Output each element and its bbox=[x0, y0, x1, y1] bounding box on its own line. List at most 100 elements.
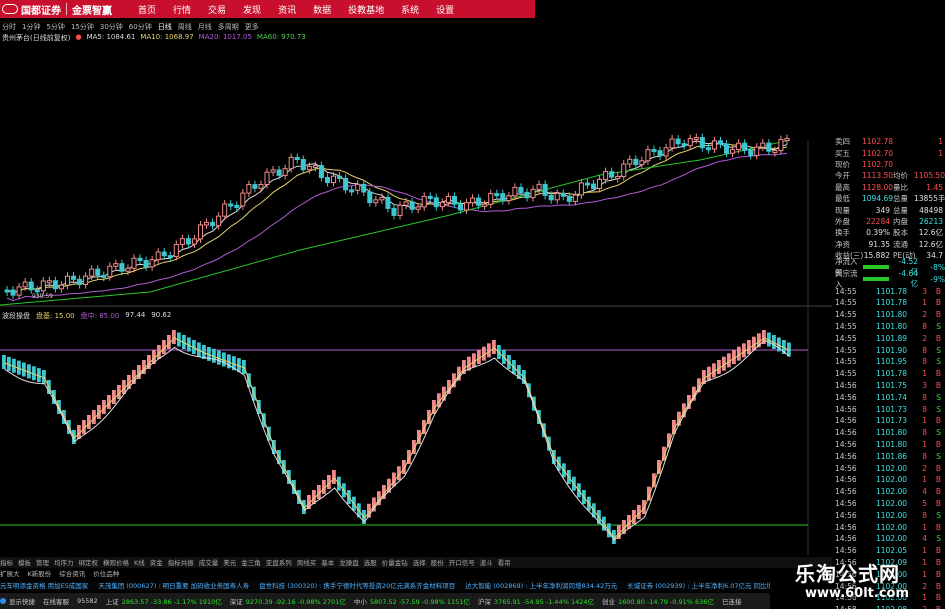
stat-label-2: 股本 bbox=[893, 228, 908, 238]
status-item[interactable]: 中小 5807.52 -57.59 -0.98% 1151亿 bbox=[354, 596, 470, 606]
news-item[interactable]: 天茂集团 (000627) : 明日重要 加码收业务国寿人寿 bbox=[98, 580, 249, 591]
indicator-tab[interactable]: 波斗 bbox=[480, 557, 493, 568]
status-item[interactable]: 显示快捷 bbox=[0, 596, 35, 606]
tick-price: 1101.86 bbox=[875, 451, 907, 461]
candle bbox=[723, 143, 730, 154]
tick-time: 14:55 bbox=[835, 298, 857, 308]
status-item[interactable]: 95582 bbox=[77, 597, 98, 605]
quote-label: 卖四 bbox=[835, 137, 850, 147]
candle bbox=[784, 138, 790, 142]
news-item[interactable]: 长城证券 (002939) : 上半年净利6.07亿元 同比增长 bbox=[627, 580, 770, 591]
tick-row: 14:55 1101.78 1 B bbox=[835, 368, 945, 380]
sub-tab[interactable]: 扩展大 bbox=[0, 568, 20, 578]
indicator-lines bbox=[4, 337, 790, 541]
indicator-tab[interactable]: 指标共振 bbox=[168, 557, 194, 568]
indicator-tab[interactable]: K线 bbox=[134, 557, 145, 568]
tick-direction: S bbox=[936, 451, 941, 461]
stat-label: 今开 bbox=[835, 171, 850, 181]
candle bbox=[83, 275, 89, 285]
candle bbox=[639, 160, 645, 166]
indicator-tab[interactable]: 基本 bbox=[321, 557, 334, 568]
flow-bar bbox=[863, 265, 890, 270]
tick-row: 14:55 1101.89 2 B bbox=[835, 332, 945, 344]
candle bbox=[107, 265, 113, 278]
candle bbox=[476, 197, 482, 206]
candle bbox=[603, 171, 609, 180]
status-item[interactable]: 上证 2863.57 -33.86 -1.17% 1910亿 bbox=[106, 596, 222, 606]
tick-price: 1102.00 bbox=[875, 534, 907, 544]
candle bbox=[645, 149, 651, 162]
candle bbox=[754, 146, 760, 156]
indicator-tab[interactable]: 龙操盘 bbox=[339, 557, 359, 568]
indicator-tab[interactable]: 美元 bbox=[223, 557, 236, 568]
indicator-tab[interactable]: 亚盘系列 bbox=[266, 557, 292, 568]
kline-chart[interactable]: 939.59 bbox=[0, 0, 832, 555]
tick-volume: 8 bbox=[922, 322, 927, 332]
candle bbox=[46, 280, 52, 284]
indicator-tab[interactable]: 开口信号 bbox=[449, 557, 475, 568]
indicator-tab[interactable]: 资金 bbox=[150, 557, 163, 568]
low-price-label: 939.59 bbox=[32, 293, 53, 300]
indicator-tab[interactable]: 选股 bbox=[364, 557, 377, 568]
tick-row: 14:56 1102.00 1 B bbox=[835, 474, 945, 486]
indicator-tab[interactable]: 模板 bbox=[18, 557, 31, 568]
status-label: 创业 bbox=[602, 598, 615, 606]
candle bbox=[330, 175, 337, 184]
stat-value: 1128.00 bbox=[862, 182, 894, 192]
news-item[interactable]: 盘世科技 (300320) : 携手宁德时代等投资20亿元满系齐金材料项目 bbox=[259, 580, 455, 591]
candle bbox=[361, 183, 367, 193]
candle bbox=[216, 215, 222, 227]
tick-time: 14:56 bbox=[835, 463, 857, 473]
tick-row: 14:55 1101.80 8 S bbox=[835, 321, 945, 333]
tick-volume: 5 bbox=[922, 499, 927, 509]
indicator-tab[interactable]: 成交量 bbox=[199, 557, 219, 568]
news-item[interactable]: 元车明添金资格 用加E5成国家 bbox=[0, 580, 88, 591]
status-item[interactable]: 创业 1600.80 -14.79 -0.91% 636亿 bbox=[602, 596, 714, 606]
stat-value-2: 12.6亿 bbox=[918, 239, 943, 249]
indicator-tab[interactable]: 指标 bbox=[0, 557, 13, 568]
stat-label-2: 流通 bbox=[893, 239, 908, 249]
indicator-tab[interactable]: 股份 bbox=[431, 557, 444, 568]
sub-tab[interactable]: 价位品种 bbox=[93, 568, 119, 578]
candle bbox=[191, 238, 197, 245]
status-item[interactable]: 已连接 bbox=[722, 596, 742, 606]
quote-row: 现价 1102.70 bbox=[835, 159, 945, 170]
stat-value-2: 34.7 bbox=[926, 251, 943, 261]
status-item[interactable]: 沪深 3765.91 -54.95 -1.44% 1424亿 bbox=[478, 596, 594, 606]
tick-price: 1101.89 bbox=[875, 333, 907, 343]
indicator-tab[interactable]: 绑定权 bbox=[79, 557, 99, 568]
sub-tab[interactable]: 综合资讯 bbox=[59, 568, 85, 578]
quote-row: 买五 1102.70 1 bbox=[835, 147, 945, 158]
indicator-tab[interactable]: 价量金钻 bbox=[382, 557, 408, 568]
quote-price: 1102.70 bbox=[862, 148, 894, 158]
status-item[interactable]: 在线客服 bbox=[43, 596, 69, 606]
news-item[interactable]: 达大智能 (002869) : 上半年净利润同增834.42万元 bbox=[465, 580, 617, 591]
indicator-tab[interactable]: 横观价格 bbox=[103, 557, 129, 568]
candle bbox=[730, 149, 736, 154]
candle bbox=[506, 195, 512, 202]
candle bbox=[197, 224, 204, 240]
candle bbox=[494, 193, 500, 197]
indicator-tab[interactable]: 周线买 bbox=[297, 557, 317, 568]
tick-time: 14:55 bbox=[835, 369, 857, 379]
stat-row: 净资 91.35 流通 12.6亿 bbox=[835, 239, 945, 250]
tick-price: 1101.90 bbox=[875, 345, 907, 355]
candle bbox=[324, 177, 330, 184]
tick-time: 14:55 bbox=[835, 286, 857, 296]
candle bbox=[403, 201, 409, 206]
indicator-tab[interactable]: 金三角 bbox=[241, 557, 261, 568]
candle bbox=[89, 268, 95, 277]
indicator-tab[interactable]: 管理 bbox=[36, 557, 49, 568]
news-ticker[interactable]: 元车明添金资格 用加E5成国家 天茂集团 (000627) : 明日重要 加码收业… bbox=[0, 580, 770, 591]
candle bbox=[675, 138, 681, 145]
tick-price: 1101.80 bbox=[875, 428, 907, 438]
candle bbox=[58, 284, 64, 290]
indicator-value-b: 盘中: 85.00 bbox=[80, 312, 120, 320]
candle bbox=[204, 221, 210, 226]
sub-tab[interactable]: K新股份 bbox=[28, 568, 52, 578]
status-item[interactable]: 深证 9270.39 -92.16 -0.98% 2701亿 bbox=[230, 596, 346, 606]
tick-row: 14:56 1101.80 1 B bbox=[835, 439, 945, 451]
indicator-tab[interactable]: 均序力 bbox=[54, 557, 74, 568]
indicator-tab[interactable]: 看吊 bbox=[498, 557, 511, 568]
indicator-tab[interactable]: 选择 bbox=[413, 557, 426, 568]
